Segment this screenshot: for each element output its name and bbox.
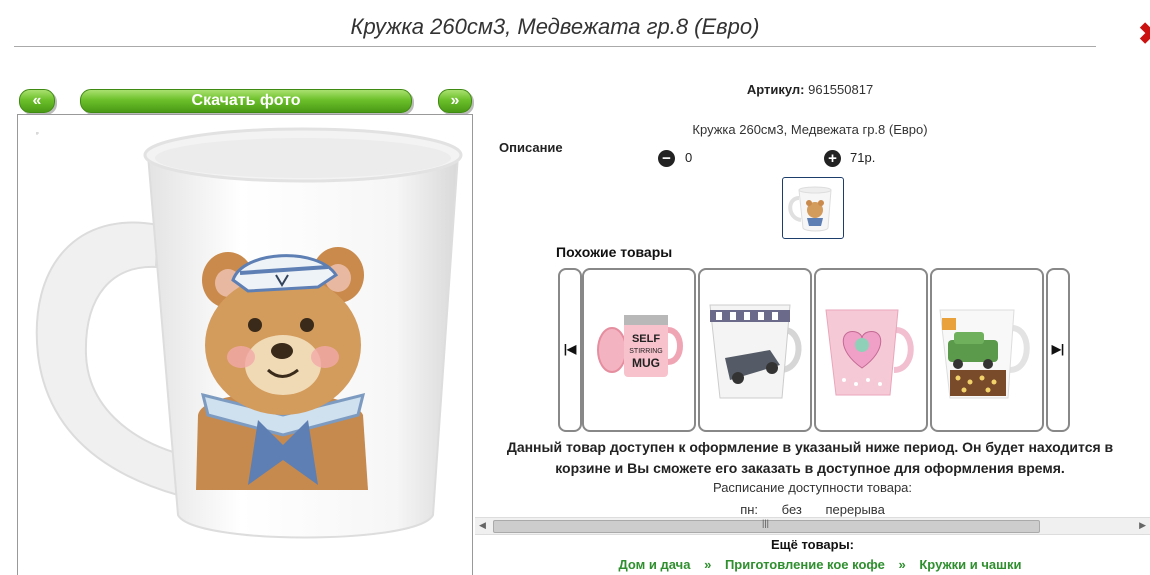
notice-line: Данный товар доступен к оформление в ука…	[506, 439, 1114, 455]
car-mug-image	[709, 304, 802, 399]
scroll-right-icon[interactable]: ▶	[1139, 520, 1146, 531]
description-text: Кружка 260см3, Медвежата гр.8 (Евро)	[692, 122, 928, 137]
heart-mug-image	[825, 309, 914, 396]
schedule-col: без	[781, 502, 802, 517]
article-label: Артикул:	[746, 82, 805, 97]
title-divider	[14, 46, 1096, 47]
similar-item-text: STIRRING	[629, 348, 662, 355]
similar-item[interactable]	[814, 268, 928, 432]
article-value: 961550817	[808, 82, 874, 97]
similar-item[interactable]	[698, 268, 812, 432]
minus-icon[interactable]: −	[658, 150, 675, 167]
breadcrumb-link[interactable]: Кружки и чашки	[919, 557, 1021, 572]
similar-item[interactable]: SELF STIRRING MUG	[582, 268, 696, 432]
price-value: 71р.	[850, 150, 876, 165]
next-photo-button[interactable]: »	[438, 89, 472, 113]
quantity-value: 0	[685, 150, 693, 165]
schedule-col: перерыва	[825, 502, 885, 517]
thumbnail-image	[788, 186, 832, 232]
breadcrumb-link[interactable]: Дом и дача	[618, 557, 690, 572]
coffee-car-mug-image	[939, 309, 1030, 399]
prev-photo-button[interactable]: «	[19, 89, 55, 113]
schedule-title: Расписание доступности товара:	[712, 480, 913, 495]
carousel-next-button[interactable]: ▶|	[1046, 268, 1070, 432]
breadcrumb-separator: »	[898, 557, 906, 572]
availability-notice: Данный товар доступен к оформление в ука…	[490, 437, 1130, 479]
notice-line: корзине и Вы сможете его заказать в дост…	[555, 460, 1065, 476]
schedule-row: пн: без перерыва	[600, 502, 1025, 517]
product-photo	[17, 114, 473, 575]
horizontal-scrollbar[interactable]: ◀ ||| ▶	[475, 517, 1150, 535]
breadcrumb-separator: »	[704, 557, 712, 572]
similar-item-text: SELF	[632, 333, 660, 345]
carousel-prev-button[interactable]: |◀	[558, 268, 582, 432]
similar-products-title: Похожие товары	[556, 244, 673, 260]
grip-icon: |||	[762, 518, 770, 528]
plus-icon[interactable]: +	[824, 150, 841, 167]
breadcrumb-link[interactable]: Приготовление кое кофе	[725, 557, 885, 572]
skip-forward-icon: ▶|	[1051, 342, 1065, 356]
schedule-day: пн:	[740, 502, 759, 517]
more-products-title: Ещё товары:	[770, 537, 855, 552]
close-icon[interactable]: ✖	[1138, 20, 1150, 50]
similar-item[interactable]	[930, 268, 1044, 432]
description-label: Описание	[499, 140, 563, 155]
article-row: Артикул: 961550817	[660, 82, 960, 97]
scroll-left-icon[interactable]: ◀	[479, 520, 486, 531]
page-title: Кружка 260см3, Медвежата гр.8 (Евро)	[350, 14, 760, 39]
skip-back-icon: |◀	[563, 342, 577, 356]
breadcrumb: Дом и дача » Приготовление кое кофе » Кр…	[610, 557, 1030, 572]
download-photo-button[interactable]: Скачать фото	[80, 89, 412, 113]
product-thumbnail[interactable]	[782, 177, 844, 239]
scrollbar-thumb[interactable]: |||	[493, 518, 1040, 533]
similar-item-text: MUG	[632, 356, 660, 370]
self-stirring-mug-image: SELF STIRRING MUG	[597, 315, 683, 377]
mug-image	[35, 127, 463, 539]
